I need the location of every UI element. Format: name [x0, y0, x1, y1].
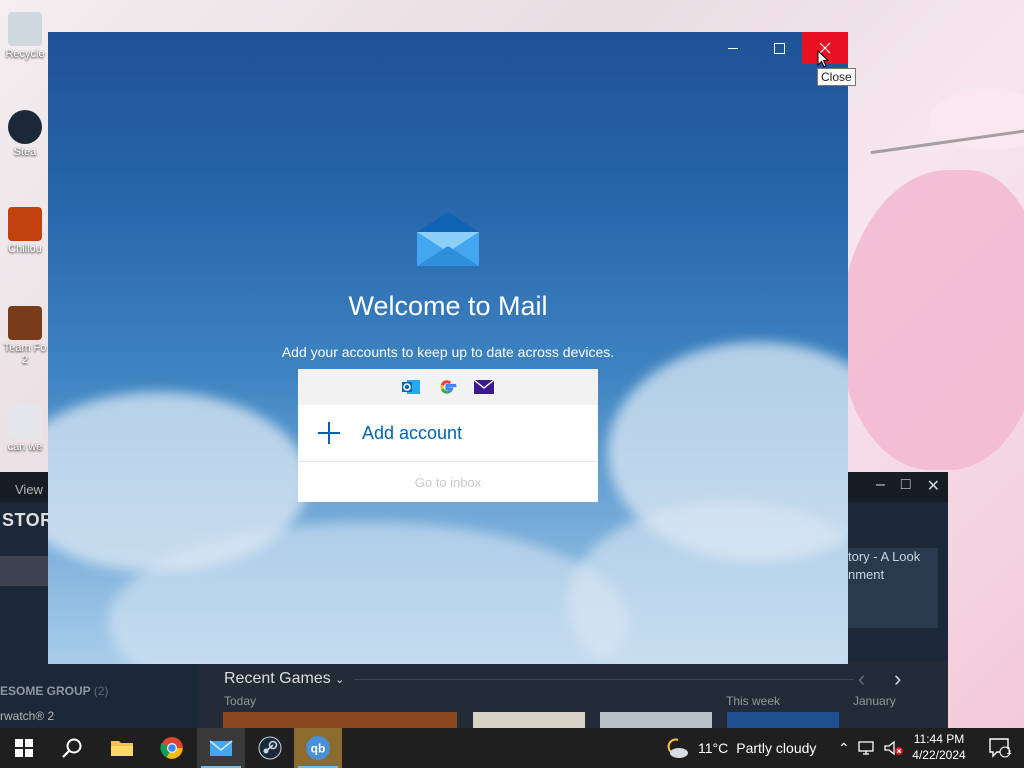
- chevron-down-icon: ⌄: [335, 674, 345, 686]
- clock-time: 11:44 PM: [913, 732, 965, 746]
- chrome-icon: [160, 737, 183, 759]
- desktop-icon-label: can we: [7, 441, 43, 453]
- network-icon[interactable]: [858, 740, 876, 756]
- desktop-icon-label: Chillou: [8, 243, 42, 255]
- desktop-icon-can-we[interactable]: can we: [0, 405, 50, 453]
- partly-cloudy-icon: [667, 738, 688, 758]
- game-thumbnail[interactable]: [600, 712, 712, 728]
- file-explorer-icon: [111, 741, 133, 756]
- team-fortress-icon: [8, 306, 42, 340]
- steam-taskbar-button[interactable]: [246, 728, 294, 768]
- weather-widget[interactable]: 11°C Partly cloudy: [664, 728, 816, 768]
- wallpaper-shape: [840, 170, 1024, 470]
- desktop-icon-label: Stea: [13, 146, 37, 158]
- recent-week-label: This week: [726, 694, 781, 708]
- notification-center-button[interactable]: 1: [980, 728, 1020, 768]
- game-thumbnail[interactable]: [727, 712, 839, 728]
- close-icon[interactable]: ✕: [927, 476, 940, 496]
- desktop-icon-chillout[interactable]: Chillou: [0, 207, 50, 255]
- weather-temperature: 11°C: [698, 740, 729, 756]
- go-to-inbox-button[interactable]: Go to inbox: [298, 462, 598, 502]
- desktop-icon-label: Recycle: [5, 48, 45, 60]
- recent-games-label: Recent Games: [224, 670, 331, 687]
- game-thumbnail[interactable]: [473, 712, 585, 728]
- mail-welcome-subtitle: Add your accounts to keep up to date acr…: [281, 344, 615, 360]
- steam-group-count: (2): [93, 684, 109, 698]
- mail-icon: [209, 740, 233, 756]
- recent-games-title[interactable]: Recent Games ⌄: [224, 670, 344, 688]
- steam-store-tab[interactable]: STOR: [2, 510, 54, 531]
- start-icon: [15, 739, 33, 757]
- google-icon: [440, 380, 457, 394]
- minimize-button[interactable]: [710, 32, 756, 64]
- search-icon: [62, 738, 82, 758]
- qbittorrent-icon: qb: [306, 736, 330, 760]
- minimize-icon[interactable]: –: [876, 476, 885, 496]
- close-tooltip: Close: [817, 68, 856, 86]
- search-button[interactable]: [48, 728, 96, 768]
- start-button[interactable]: [0, 728, 48, 768]
- volume-muted-icon[interactable]: [884, 740, 904, 756]
- desktop-icon-team-fortress[interactable]: Team Fo 2: [0, 306, 50, 366]
- steam-icon: [258, 736, 282, 760]
- outlook-icon: [402, 380, 420, 394]
- mail-icon: [473, 379, 495, 394]
- weather-condition: Partly cloudy: [736, 740, 817, 756]
- steam-recent-games: Recent Games ⌄ ‹ › Today This week Janua…: [198, 662, 948, 728]
- provider-icons-row: [298, 369, 598, 405]
- mail-welcome-title: Welcome to Mail: [348, 291, 548, 321]
- add-account-button[interactable]: Add account: [298, 405, 598, 462]
- mouse-cursor-icon: [817, 50, 829, 68]
- recent-today-label: Today: [224, 694, 257, 708]
- chevron-right-icon[interactable]: ›: [894, 666, 901, 692]
- desktop-icon-label: Team Fo 2: [3, 342, 47, 366]
- plus-icon: [318, 422, 340, 444]
- mail-taskbar-button[interactable]: [197, 728, 245, 768]
- divider: [354, 679, 854, 680]
- steam-news-item[interactable]: tory - A Look nment: [848, 548, 938, 628]
- recent-january-label: January: [853, 694, 896, 708]
- steam-window-controls: – □ ✕: [876, 476, 940, 496]
- chevron-left-icon[interactable]: ‹: [858, 666, 865, 692]
- chrome-button[interactable]: [148, 728, 196, 768]
- clock-date: 4/22/2024: [912, 748, 966, 762]
- mail-logo-icon: [417, 212, 479, 266]
- steam-group-label: ESOME GROUP: [0, 684, 91, 698]
- minimize-icon: [728, 47, 738, 49]
- steam-news-text: tory - A Look nment: [848, 549, 921, 582]
- file-icon: [8, 405, 42, 439]
- notification-count: 1: [1006, 746, 1012, 757]
- mail-window: Welcome to Mail Add your accounts to kee…: [48, 32, 848, 664]
- account-card: Add account Go to inbox: [298, 369, 598, 502]
- chevron-up-icon[interactable]: ⌃: [838, 740, 850, 757]
- steam-search-bar[interactable]: [0, 556, 48, 586]
- desktop-icon-steam[interactable]: Stea: [0, 110, 50, 158]
- app-icon: [8, 207, 42, 241]
- svg-text:qb: qb: [311, 742, 326, 756]
- steam-icon: [8, 110, 42, 144]
- maximize-icon: [773, 42, 785, 54]
- cloud-decoration: [568, 502, 848, 664]
- maximize-icon[interactable]: □: [901, 476, 911, 496]
- taskbar-clock[interactable]: 11:44 PM 4/22/2024: [906, 731, 972, 763]
- desktop-icon-recycle-bin[interactable]: Recycle: [0, 12, 50, 60]
- game-thumbnail[interactable]: [223, 712, 457, 728]
- qbittorrent-taskbar-button[interactable]: qb: [294, 728, 342, 768]
- add-account-label: Add account: [362, 422, 463, 443]
- steam-friends-group[interactable]: ESOME GROUP (2): [0, 684, 108, 698]
- steam-menu-view[interactable]: View: [15, 482, 43, 497]
- steam-game-item[interactable]: rwatch® 2: [0, 709, 54, 723]
- taskbar: qb 11°C Partly cloudy ⌃ 11:44 PM 4/22/20…: [0, 728, 1024, 768]
- system-tray: ⌃: [838, 728, 904, 768]
- recycle-bin-icon: [8, 12, 42, 46]
- file-explorer-button[interactable]: [98, 728, 146, 768]
- maximize-button[interactable]: [756, 32, 802, 64]
